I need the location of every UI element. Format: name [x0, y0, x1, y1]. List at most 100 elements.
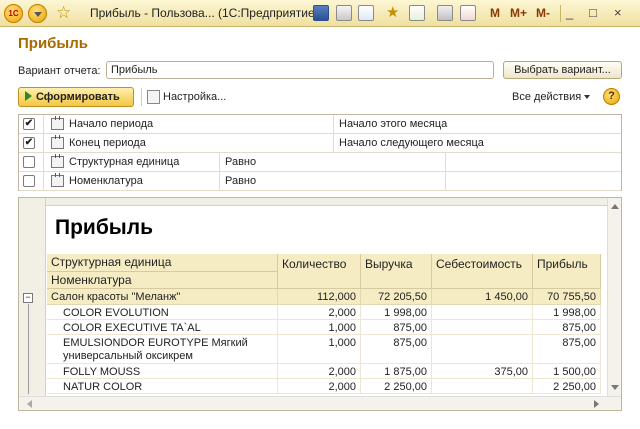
parameter-checkbox[interactable] [23, 156, 35, 168]
variant-field[interactable]: Прибыль [106, 61, 494, 79]
parameter-value[interactable]: Начало следующего месяца [339, 137, 484, 149]
preview-icon[interactable] [358, 5, 374, 21]
column-header-cost: Себестоимость [432, 254, 533, 289]
table-row-name: FOLLY MOUSS [47, 364, 278, 379]
memory-button[interactable]: M [490, 6, 500, 20]
column-header-profit: Прибыль [533, 254, 601, 289]
main-menu-button[interactable] [28, 4, 47, 23]
parameter-checkbox[interactable] [23, 175, 35, 187]
group-row-name: Салон красоты "Меланж" [47, 289, 278, 305]
group-row-profit: 70 755,50 [533, 289, 601, 305]
column-divider [43, 134, 44, 153]
table-row-profit: 875,00 [533, 335, 601, 364]
parameter-label: Конец периода [69, 137, 146, 149]
column-divider [43, 115, 44, 134]
scroll-down-icon[interactable] [611, 385, 619, 390]
column-header-nomenclature: Номенклатура [47, 272, 278, 289]
column-header-revenue: Выручка [361, 254, 432, 289]
column-divider [445, 172, 446, 191]
parameter-value[interactable]: Равно [225, 156, 256, 168]
add-favorite-icon[interactable]: ★ [386, 5, 402, 21]
settings-icon[interactable] [147, 90, 160, 104]
scroll-up-icon[interactable] [611, 204, 619, 209]
column-divider [445, 153, 446, 172]
table-row-name: NATUR COLOR [47, 379, 278, 394]
collapse-icon[interactable]: − [23, 293, 33, 303]
scroll-left-icon[interactable] [27, 400, 32, 408]
parameter-value[interactable]: Равно [225, 175, 256, 187]
parameter-icon [51, 135, 64, 149]
parameter-row[interactable]: ✔ Конец периода Начало следующего месяца [19, 134, 621, 153]
table-row-cost [432, 379, 533, 394]
all-actions-label: Все действия [512, 91, 582, 103]
parameter-row[interactable]: Номенклатура Равно [19, 172, 621, 191]
report-gutter [19, 198, 46, 410]
horizontal-scrollbar[interactable] [19, 396, 621, 410]
maximize-button[interactable]: □ [589, 4, 597, 22]
column-header-structural-unit: Структурная единица [47, 254, 278, 272]
generate-button[interactable]: Сформировать [18, 87, 134, 107]
table-row-quantity: 1,000 [278, 335, 361, 364]
parameter-label: Номенклатура [69, 175, 143, 187]
parameters-grid: ✔ Начало периода Начало этого месяца ✔ К… [18, 114, 622, 191]
help-icon[interactable]: ? [603, 88, 620, 105]
page-title: Прибыль [18, 35, 88, 52]
column-divider [219, 172, 220, 191]
parameter-icon [51, 154, 64, 168]
minimize-button[interactable]: _ [566, 4, 573, 22]
vertical-scrollbar[interactable] [607, 198, 621, 396]
report-ruler [19, 198, 621, 206]
toolbar-separator [141, 88, 142, 106]
report-title: Прибыль [55, 216, 153, 239]
all-actions-menu[interactable]: Все действия [512, 91, 591, 103]
group-row-revenue: 72 205,50 [361, 289, 432, 305]
history-icon[interactable] [409, 5, 425, 21]
app-logo-icon[interactable]: 1С [4, 4, 23, 23]
table-row-revenue: 1 998,00 [361, 305, 432, 320]
parameter-checkbox[interactable]: ✔ [23, 118, 35, 130]
table-row-profit: 1 500,00 [533, 364, 601, 379]
table-row-revenue: 875,00 [361, 320, 432, 335]
group-row-cost: 1 450,00 [432, 289, 533, 305]
generate-label: Сформировать [36, 91, 120, 103]
parameter-label: Начало периода [69, 118, 154, 130]
table-row-profit: 875,00 [533, 320, 601, 335]
column-divider [333, 115, 334, 134]
choose-variant-button[interactable]: Выбрать вариант... [503, 61, 622, 79]
toolbar-separator [560, 5, 561, 22]
settings-button[interactable]: Настройка... [163, 91, 226, 103]
save-icon[interactable] [313, 5, 329, 21]
variant-label: Вариант отчета: [18, 65, 101, 77]
column-divider [43, 172, 44, 191]
memory-add-button[interactable]: M+ [510, 6, 527, 20]
table-row-name: COLOR EXECUTIVE TA`AL [47, 320, 278, 335]
table-row-profit: 1 998,00 [533, 305, 601, 320]
table-row-quantity: 2,000 [278, 364, 361, 379]
parameter-icon [51, 173, 64, 187]
title-bar: 1С ☆ Прибыль - Пользова... (1С:Предприят… [0, 0, 640, 27]
parameter-value[interactable]: Начало этого месяца [339, 118, 447, 130]
memory-subtract-button[interactable]: M- [536, 6, 550, 20]
table-row-revenue: 1 875,00 [361, 364, 432, 379]
star-icon[interactable]: ☆ [56, 3, 71, 23]
parameter-row[interactable]: Структурная единица Равно [19, 153, 621, 172]
table-row-cost [432, 320, 533, 335]
calculator-icon[interactable] [437, 5, 453, 21]
scroll-right-icon[interactable] [594, 400, 599, 408]
table-row-cost: 375,00 [432, 364, 533, 379]
report-area[interactable]: − Прибыль Структурная единица Номенклату… [18, 197, 622, 411]
column-divider [43, 153, 44, 172]
table-row-revenue: 2 250,00 [361, 379, 432, 394]
table-row-quantity: 2,000 [278, 379, 361, 394]
table-row-name: COLOR EVOLUTION [47, 305, 278, 320]
column-divider [333, 134, 334, 153]
close-button[interactable]: × [614, 4, 622, 22]
play-icon [25, 91, 32, 101]
column-header-quantity: Количество [278, 254, 361, 289]
parameter-row[interactable]: ✔ Начало периода Начало этого месяца [19, 115, 621, 134]
parameter-checkbox[interactable]: ✔ [23, 137, 35, 149]
print-icon[interactable] [336, 5, 352, 21]
calendar-icon[interactable] [460, 5, 476, 21]
parameter-label: Структурная единица [69, 156, 180, 168]
table-row-name: EMULSIONDOR EUROTYPE Мягкий универсальны… [47, 335, 278, 364]
